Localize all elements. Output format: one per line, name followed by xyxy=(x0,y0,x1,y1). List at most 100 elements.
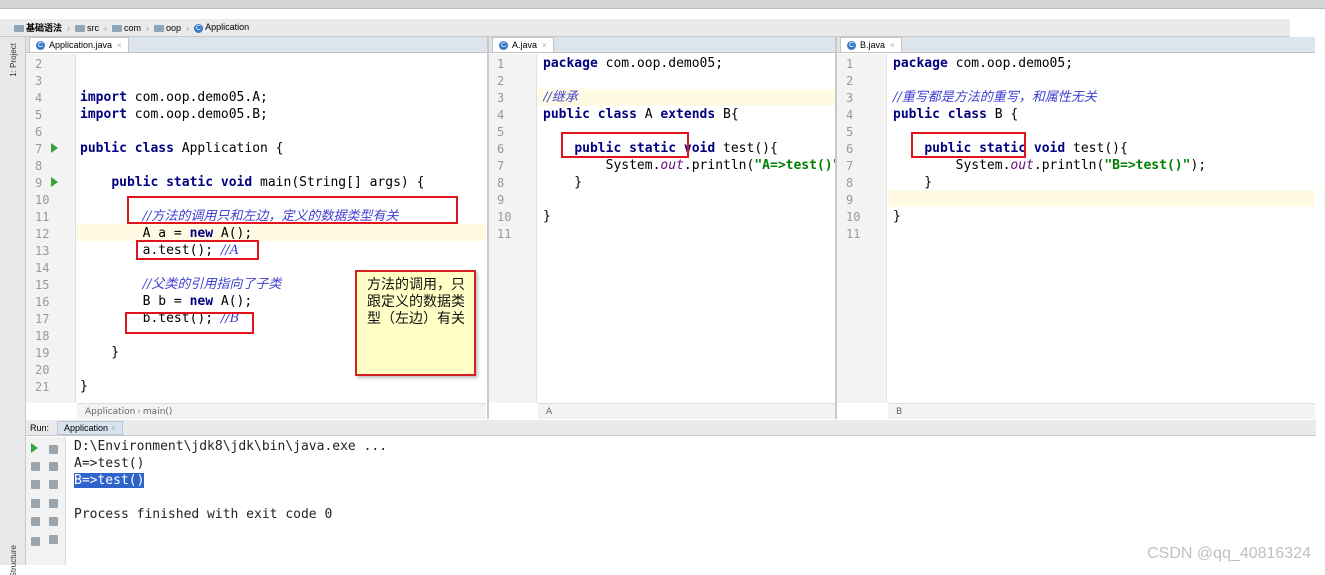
highlight-box-b-test xyxy=(125,312,254,334)
line-number: 20 xyxy=(35,363,50,377)
editor-tabs-a: C A.java × xyxy=(489,37,835,53)
class-icon: C xyxy=(847,40,856,50)
line-number: 2 xyxy=(35,57,43,71)
crumb-class[interactable]: A xyxy=(546,407,552,417)
close-icon[interactable]: × xyxy=(890,41,895,50)
folder-icon xyxy=(154,24,165,32)
down-arrow-icon[interactable] xyxy=(49,462,58,471)
line-number: 12 xyxy=(35,227,50,241)
line-number: 5 xyxy=(846,125,854,139)
stop-icon[interactable] xyxy=(31,462,40,471)
tab-a-java[interactable]: C A.java × xyxy=(492,37,554,52)
trash-icon[interactable] xyxy=(49,535,58,544)
line-number: 19 xyxy=(35,346,50,360)
close-icon[interactable]: × xyxy=(542,41,547,50)
line-number: 4 xyxy=(846,108,854,122)
line-number: 2 xyxy=(846,74,854,88)
line-number: 7 xyxy=(497,159,505,173)
folder-icon xyxy=(75,24,86,32)
breadcrumb-item-oop[interactable]: oop xyxy=(154,23,181,33)
run-class-icon[interactable] xyxy=(51,143,58,153)
line-number: 3 xyxy=(497,91,505,105)
breadcrumb-item-module[interactable]: 基础语法 xyxy=(14,21,62,34)
code-breadcrumb-b: B xyxy=(888,403,1315,419)
editor-tabs-b: C B.java × xyxy=(837,37,1315,53)
crumb-class[interactable]: B xyxy=(896,407,902,417)
line-number: 9 xyxy=(35,176,43,190)
line-number: 10 xyxy=(497,210,512,224)
line-gutter-application xyxy=(26,54,76,403)
console-output[interactable]: D:\Environment\jdk8\jdk\bin\java.exe ...… xyxy=(74,438,387,523)
line-number: 6 xyxy=(497,142,505,156)
line-number: 1 xyxy=(846,57,854,71)
line-number: 21 xyxy=(35,380,50,394)
editor-tabs-application: C Application.java × xyxy=(26,37,487,53)
print-icon[interactable] xyxy=(49,517,58,526)
structure-tool-tab[interactable]: Structure xyxy=(9,545,18,575)
console-line: Process finished with exit code 0 xyxy=(74,507,333,522)
line-number: 5 xyxy=(35,108,43,122)
rerun-icon[interactable] xyxy=(31,443,38,453)
run-panel-header: Run: Application × xyxy=(26,420,1316,436)
crumb-method[interactable]: main() xyxy=(143,407,173,417)
line-number: 4 xyxy=(35,91,43,105)
run-toolbar xyxy=(26,437,66,565)
line-number: 1 xyxy=(497,57,505,71)
line-number: 8 xyxy=(497,176,505,190)
crumb-class[interactable]: Application xyxy=(85,407,135,417)
tab-b-java[interactable]: C B.java × xyxy=(840,37,902,52)
line-number: 8 xyxy=(35,159,43,173)
line-number: 8 xyxy=(846,176,854,190)
breadcrumb-item-com[interactable]: com xyxy=(112,23,141,33)
highlight-box-comment xyxy=(127,196,458,224)
class-icon: C xyxy=(36,40,45,50)
console-line-selected: B=>test() xyxy=(74,473,145,488)
line-number: 10 xyxy=(35,193,50,207)
line-number: 11 xyxy=(35,210,50,224)
module-icon xyxy=(14,25,24,33)
line-number: 2 xyxy=(497,74,505,88)
line-number: 17 xyxy=(35,312,50,326)
breadcrumb: 基础语法 › src › com › oop › C Application xyxy=(0,19,1290,37)
close-icon[interactable]: × xyxy=(111,424,116,433)
tab-application-java[interactable]: C Application.java × xyxy=(29,37,129,52)
highlight-box-b-method xyxy=(911,132,1026,158)
highlight-box-a-method xyxy=(561,132,689,158)
line-number: 16 xyxy=(35,295,50,309)
line-number: 18 xyxy=(35,329,50,343)
line-number: 4 xyxy=(497,108,505,122)
annotation-note: 方法的调用，只跟定义的数据类型（左边）有关 xyxy=(355,270,476,376)
folder-icon xyxy=(112,24,123,32)
line-number: 6 xyxy=(35,125,43,139)
exit-icon[interactable] xyxy=(31,517,40,526)
breadcrumb-item-src[interactable]: src xyxy=(75,23,99,33)
pause-icon[interactable] xyxy=(31,480,40,489)
left-tool-strip: 1: Project Structure xyxy=(0,37,26,575)
up-arrow-icon[interactable] xyxy=(49,445,58,454)
class-icon: C xyxy=(499,40,508,50)
run-label: Run: xyxy=(30,422,50,433)
run-main-icon[interactable] xyxy=(51,177,58,187)
close-icon[interactable]: × xyxy=(117,41,122,50)
title-toolbar xyxy=(0,0,1325,9)
line-number: 5 xyxy=(497,125,505,139)
console-line: ​ xyxy=(74,489,387,506)
soft-wrap-icon[interactable] xyxy=(49,480,58,489)
line-number: 11 xyxy=(497,227,512,241)
line-number: 3 xyxy=(846,91,854,105)
scroll-to-end-icon[interactable] xyxy=(49,499,58,508)
breadcrumb-item-application[interactable]: C Application xyxy=(194,22,249,33)
line-number: 9 xyxy=(846,193,854,207)
line-number: 13 xyxy=(35,244,50,258)
class-icon: C xyxy=(194,23,204,33)
settings-icon[interactable] xyxy=(31,537,40,546)
dump-threads-icon[interactable] xyxy=(31,499,40,508)
console-line: D:\Environment\jdk8\jdk\bin\java.exe ... xyxy=(74,439,388,454)
code-breadcrumb-a: A xyxy=(538,403,835,419)
line-number: 10 xyxy=(846,210,861,224)
watermark: CSDN @qq_40816324 xyxy=(1147,545,1311,562)
run-tab-application[interactable]: Application × xyxy=(57,420,123,435)
project-tool-tab[interactable]: 1: Project xyxy=(9,43,18,77)
code-breadcrumb-application: Application › main() xyxy=(77,403,486,419)
line-number: 3 xyxy=(35,74,43,88)
